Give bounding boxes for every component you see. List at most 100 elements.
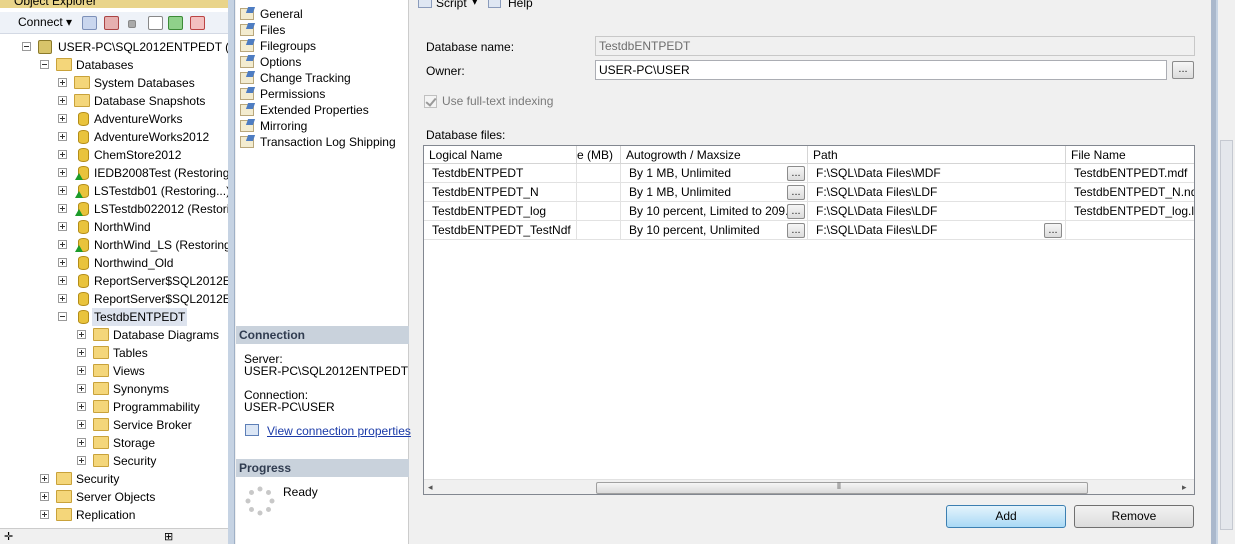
page-item[interactable]: Files bbox=[240, 22, 285, 38]
page-item[interactable]: Transaction Log Shipping bbox=[240, 134, 396, 150]
stop-icon[interactable] bbox=[128, 20, 136, 28]
expand-icon[interactable] bbox=[40, 510, 49, 519]
expand-icon[interactable] bbox=[40, 474, 49, 483]
expand-icon[interactable] bbox=[58, 96, 67, 105]
tree-node[interactable]: Database Diagrams bbox=[77, 326, 228, 344]
tree-node[interactable]: LSTestdb01 (Restoring...) bbox=[58, 182, 228, 200]
expand-icon[interactable] bbox=[58, 132, 67, 141]
help-button[interactable]: Help bbox=[508, 0, 533, 10]
script-button[interactable]: Script bbox=[436, 0, 467, 10]
expand-icon[interactable] bbox=[58, 150, 67, 159]
cell-size[interactable] bbox=[577, 164, 621, 183]
autogrowth-browse-button[interactable]: ... bbox=[787, 204, 805, 219]
tree-node[interactable]: Synonyms bbox=[77, 380, 228, 398]
header-logical-name[interactable]: Logical Name bbox=[424, 146, 577, 164]
tree-node[interactable]: ReportServer$SQL2012EN bbox=[58, 290, 228, 308]
cell-path[interactable]: F:\SQL\Data Files\LDF bbox=[808, 183, 1066, 202]
remove-button[interactable]: Remove bbox=[1074, 505, 1194, 528]
cell-size[interactable] bbox=[577, 183, 621, 202]
expand-icon[interactable] bbox=[58, 294, 67, 303]
fulltext-checkbox[interactable] bbox=[424, 95, 437, 108]
expand-icon[interactable] bbox=[77, 384, 86, 393]
horizontal-scrollbar[interactable]: ◂ ⦀ ▸ bbox=[424, 479, 1194, 494]
expand-icon[interactable] bbox=[58, 114, 67, 123]
refresh-icon[interactable] bbox=[168, 16, 183, 30]
path-browse-button[interactable]: ... bbox=[1044, 223, 1062, 238]
header-size[interactable]: e (MB) bbox=[577, 146, 621, 164]
tree-node[interactable]: ReportServer$SQL2012EN bbox=[58, 272, 228, 290]
scroll-right-icon[interactable]: ▸ bbox=[1182, 482, 1187, 493]
autogrowth-browse-button[interactable]: ... bbox=[787, 166, 805, 181]
tree-node[interactable]: Northwind_Old bbox=[58, 254, 228, 272]
script-icon[interactable] bbox=[418, 0, 432, 8]
tree-node[interactable]: Databases bbox=[40, 56, 228, 74]
header-file-name[interactable]: File Name bbox=[1066, 146, 1194, 164]
cell-autogrowth[interactable]: By 10 percent, Unlimited bbox=[621, 221, 808, 240]
database-name-field[interactable]: TestdbENTPEDT bbox=[595, 36, 1195, 56]
cell-autogrowth[interactable]: By 10 percent, Limited to 209... bbox=[621, 202, 808, 221]
page-item[interactable]: Change Tracking bbox=[240, 70, 351, 86]
collapse-icon[interactable] bbox=[22, 42, 31, 51]
tree-node[interactable]: USER-PC\SQL2012ENTPEDT (SQL bbox=[22, 38, 228, 56]
page-item[interactable]: Permissions bbox=[240, 86, 325, 102]
expand-icon[interactable] bbox=[58, 186, 67, 195]
page-item[interactable]: Options bbox=[240, 54, 301, 70]
cell-logical[interactable]: TestdbENTPEDT bbox=[424, 164, 577, 183]
help-icon[interactable] bbox=[488, 0, 501, 8]
page-item[interactable]: Extended Properties bbox=[240, 102, 369, 118]
header-path[interactable]: Path bbox=[808, 146, 1066, 164]
scroll-left-icon[interactable]: ◂ bbox=[428, 482, 433, 493]
expand-icon[interactable] bbox=[77, 420, 86, 429]
cell-logical[interactable]: TestdbENTPEDT_TestNdf bbox=[424, 221, 577, 240]
tree-node[interactable]: Server Objects bbox=[40, 488, 228, 506]
expand-icon[interactable] bbox=[58, 240, 67, 249]
cell-size[interactable] bbox=[577, 221, 621, 240]
owner-browse-button[interactable]: ... bbox=[1172, 61, 1194, 79]
expand-icon[interactable] bbox=[77, 330, 86, 339]
autogrowth-browse-button[interactable]: ... bbox=[787, 223, 805, 238]
cell-autogrowth[interactable]: By 1 MB, Unlimited bbox=[621, 164, 808, 183]
page-item[interactable]: Mirroring bbox=[240, 118, 307, 134]
cell-logical[interactable]: TestdbENTPEDT_log bbox=[424, 202, 577, 221]
cell-autogrowth[interactable]: By 1 MB, Unlimited bbox=[621, 183, 808, 202]
tree-node[interactable]: AdventureWorks2012 bbox=[58, 128, 228, 146]
tree-node[interactable]: TestdbENTPEDT bbox=[58, 308, 228, 326]
vertical-scrollbar-thumb[interactable] bbox=[1220, 140, 1233, 530]
tree-node[interactable]: Views bbox=[77, 362, 228, 380]
tree-node[interactable]: Security bbox=[77, 452, 228, 470]
expand-icon[interactable] bbox=[58, 276, 67, 285]
cell-logical[interactable]: TestdbENTPEDT_N bbox=[424, 183, 577, 202]
expand-icon[interactable] bbox=[58, 258, 67, 267]
tree-node[interactable]: System Databases bbox=[58, 74, 228, 92]
cell-file[interactable]: TestdbENTPEDT_log.ldf bbox=[1066, 202, 1194, 221]
tree-node[interactable]: ChemStore2012 bbox=[58, 146, 228, 164]
connect-button[interactable]: Connect ▾ bbox=[18, 15, 72, 29]
script-dropdown-icon[interactable]: ▾ bbox=[472, 0, 478, 8]
disconnect-icon[interactable] bbox=[104, 16, 119, 30]
add-button[interactable]: Add bbox=[946, 505, 1066, 528]
tree-node[interactable]: Storage bbox=[77, 434, 228, 452]
tree-node[interactable]: NorthWind bbox=[58, 218, 228, 236]
view-connection-properties-link[interactable]: View connection properties bbox=[267, 424, 411, 438]
connect-db-engine-icon[interactable] bbox=[82, 16, 97, 30]
horizontal-scrollbar-thumb[interactable]: ⦀ bbox=[596, 481, 1088, 494]
collapse-icon[interactable] bbox=[40, 60, 49, 69]
autogrowth-browse-button[interactable]: ... bbox=[787, 185, 805, 200]
expand-icon[interactable] bbox=[58, 168, 67, 177]
tree-node[interactable]: Replication bbox=[40, 506, 228, 524]
cell-file[interactable]: TestdbENTPEDT.mdf bbox=[1066, 164, 1194, 183]
tree-node[interactable]: Programmability bbox=[77, 398, 228, 416]
tree-node[interactable]: AdventureWorks bbox=[58, 110, 228, 128]
expand-icon[interactable] bbox=[77, 402, 86, 411]
tree-node[interactable]: NorthWind_LS (Restoring bbox=[58, 236, 228, 254]
owner-field[interactable]: USER-PC\USER bbox=[595, 60, 1167, 80]
expand-icon[interactable] bbox=[77, 438, 86, 447]
expand-icon[interactable] bbox=[58, 78, 67, 87]
filter-icon[interactable] bbox=[148, 16, 163, 30]
page-item[interactable]: General bbox=[240, 6, 303, 22]
tree-node[interactable]: IEDB2008Test (Restoring... bbox=[58, 164, 228, 182]
tree-node[interactable]: LSTestdb022012 (Restorin bbox=[58, 200, 228, 218]
expand-icon[interactable] bbox=[77, 348, 86, 357]
tree-node[interactable]: Database Snapshots bbox=[58, 92, 228, 110]
expand-icon[interactable] bbox=[77, 366, 86, 375]
